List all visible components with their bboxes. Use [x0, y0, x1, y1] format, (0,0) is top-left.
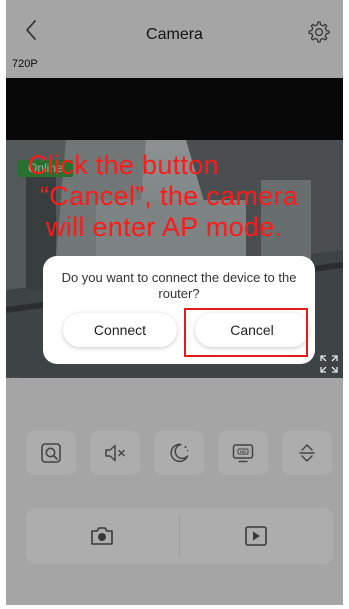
connect-button[interactable]: Connect: [63, 313, 177, 347]
tutorial-annotation: Click the button “Cancel”, the camera wi…: [28, 150, 338, 243]
dialog-message: Do you want to connect the device to the…: [61, 270, 297, 301]
annotation-line: Click the button: [28, 150, 219, 180]
annotation-line: “Cancel”, the camera: [40, 181, 299, 211]
annotation-line: will enter AP mode.: [46, 212, 283, 242]
cancel-highlight-frame: [184, 308, 308, 357]
camera-screen: Camera 720P Online 201: [6, 0, 343, 605]
fullscreen-icon[interactable]: [319, 354, 339, 374]
